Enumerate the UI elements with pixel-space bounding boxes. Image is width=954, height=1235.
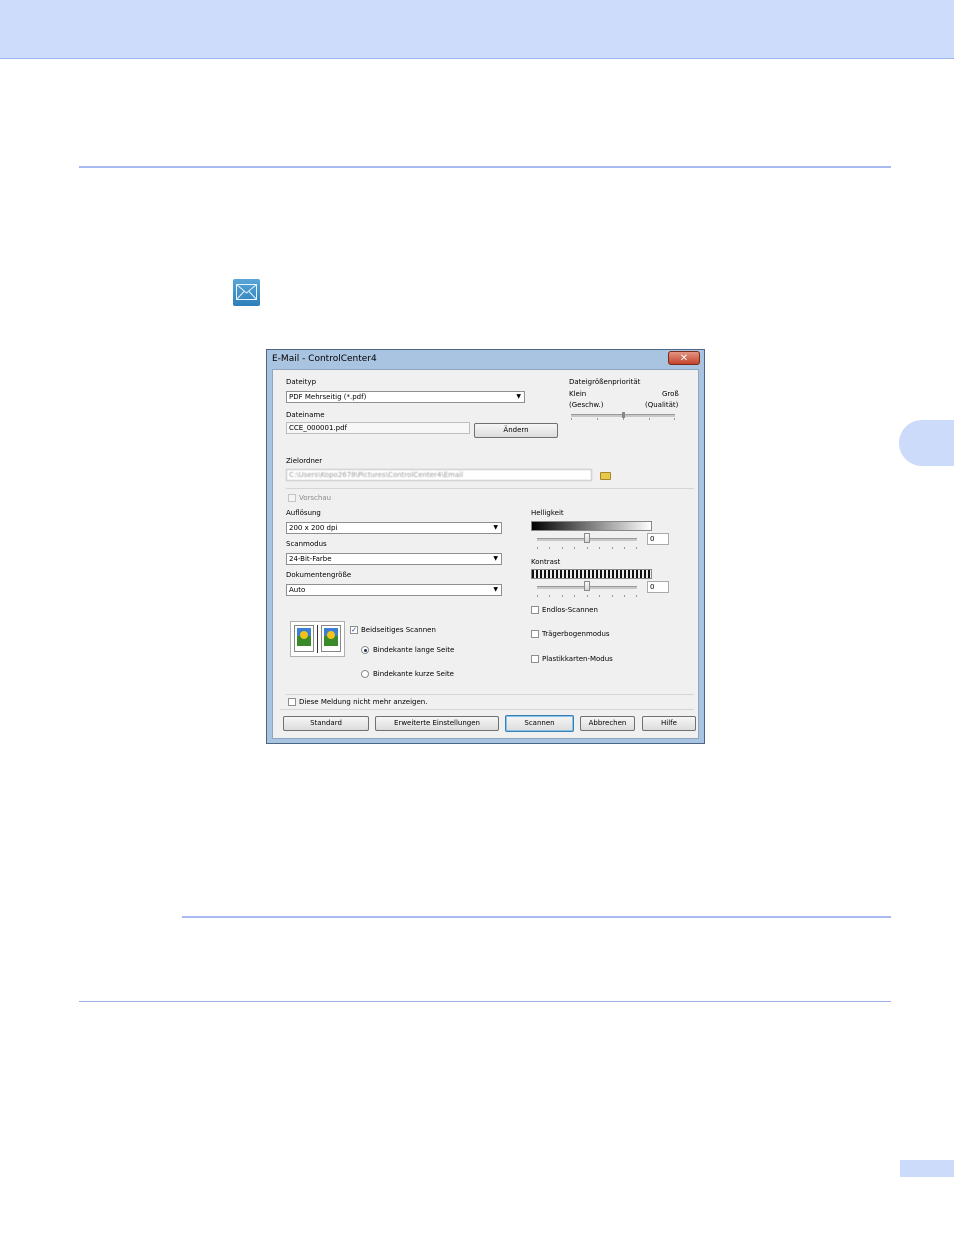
folder-icon[interactable] — [600, 472, 611, 480]
note-rule — [182, 916, 891, 918]
file-size-priority-label: Dateigrößenpriorität — [569, 378, 641, 386]
separator — [280, 709, 694, 710]
section-rule-bottom — [79, 1001, 891, 1002]
resolution-select[interactable]: 200 x 200 dpi ▼ — [286, 522, 502, 534]
document-size-value: Auto — [289, 586, 306, 594]
page-number-tab — [900, 1160, 954, 1177]
file-type-select[interactable]: PDF Mehrseitig (*.pdf) ▼ — [286, 391, 525, 403]
contrast-slider-thumb[interactable] — [584, 581, 590, 591]
preview-label: Vorschau — [299, 494, 332, 502]
file-name-label: Dateiname — [286, 411, 325, 419]
file-size-slider-thumb[interactable] — [622, 412, 625, 418]
separator — [286, 694, 694, 695]
file-type-value: PDF Mehrseitig (*.pdf) — [289, 393, 367, 401]
standard-button[interactable]: Standard — [283, 716, 369, 731]
section-rule-top — [79, 166, 891, 168]
contrast-value-input[interactable]: 0 — [647, 581, 669, 593]
resolution-value: 200 x 200 dpi — [289, 524, 338, 532]
binding-long-label: Bindekante lange Seite — [373, 646, 455, 654]
close-button[interactable]: ✕ — [668, 351, 700, 365]
document-size-select[interactable]: Auto ▼ — [286, 584, 502, 596]
contrast-slider-ticks — [537, 595, 637, 598]
continuous-scan-checkbox[interactable] — [531, 606, 539, 614]
dropdown-arrow-icon: ▼ — [516, 393, 521, 400]
preview-checkbox[interactable] — [288, 494, 296, 502]
duplex-checkbox[interactable]: ✓ — [350, 626, 358, 634]
dialog-title: E-Mail - ControlCenter4 — [272, 354, 377, 364]
file-size-slider-ticks — [571, 418, 675, 421]
contrast-label: Kontrast — [531, 558, 561, 566]
scan-mode-select[interactable]: 24-Bit-Farbe ▼ — [286, 553, 502, 565]
continuous-scan-label: Endlos-Scannen — [542, 606, 598, 614]
binding-short-radio[interactable] — [361, 670, 369, 678]
chapter-tab — [899, 420, 954, 466]
priority-small-label: Klein — [569, 390, 587, 398]
brightness-label: Helligkeit — [531, 509, 564, 517]
priority-large-label: Groß — [662, 390, 679, 398]
file-name-field[interactable]: CCE_000001.pdf — [286, 422, 470, 434]
brightness-gradient — [531, 521, 652, 531]
separator — [286, 488, 694, 489]
carrier-sheet-checkbox[interactable] — [531, 630, 539, 638]
dont-show-label: Diese Meldung nicht mehr anzeigen. — [299, 698, 428, 706]
scan-mode-label: Scanmodus — [286, 540, 327, 548]
dont-show-checkbox[interactable] — [288, 698, 296, 706]
resolution-label: Auflösung — [286, 509, 321, 517]
brightness-slider-thumb[interactable] — [584, 533, 590, 543]
change-button[interactable]: Ändern — [474, 423, 558, 438]
binding-long-radio[interactable] — [361, 646, 369, 654]
dialog-client-area: Dateityp PDF Mehrseitig (*.pdf) ▼ Dateig… — [272, 369, 699, 739]
priority-quality-label: (Qualität) — [645, 401, 679, 409]
dropdown-arrow-icon: ▼ — [493, 555, 498, 562]
carrier-sheet-label: Trägerbogenmodus — [542, 630, 610, 638]
brightness-value-input[interactable]: 0 — [647, 533, 669, 545]
page-header-band — [0, 0, 954, 59]
contrast-pattern — [531, 569, 652, 579]
email-icon — [233, 279, 260, 306]
dropdown-arrow-icon: ▼ — [493, 524, 498, 531]
dropdown-arrow-icon: ▼ — [493, 586, 498, 593]
duplex-label: Beidseitiges Scannen — [361, 626, 436, 634]
file-type-label: Dateityp — [286, 378, 317, 386]
priority-speed-label: (Geschw.) — [569, 401, 604, 409]
plastic-card-checkbox[interactable] — [531, 655, 539, 663]
plastic-card-label: Plastikkarten-Modus — [542, 655, 613, 663]
cancel-button[interactable]: Abbrechen — [580, 716, 635, 731]
help-button[interactable]: Hilfe — [642, 716, 696, 731]
email-dialog-window: E-Mail - ControlCenter4 ✕ Dateityp PDF M… — [266, 349, 705, 744]
destination-label: Zielordner — [286, 457, 323, 465]
scan-mode-value: 24-Bit-Farbe — [289, 555, 332, 563]
scan-button[interactable]: Scannen — [505, 715, 574, 732]
destination-field[interactable]: C:\Users\Kopo2678\Pictures\ControlCenter… — [286, 469, 592, 481]
advanced-settings-button[interactable]: Erweiterte Einstellungen — [375, 716, 499, 731]
binding-short-label: Bindekante kurze Seite — [373, 670, 454, 678]
brightness-slider-ticks — [537, 547, 637, 550]
dialog-titlebar: E-Mail - ControlCenter4 ✕ — [267, 350, 704, 369]
document-size-label: Dokumentengröße — [286, 571, 352, 579]
duplex-illustration — [290, 621, 345, 657]
